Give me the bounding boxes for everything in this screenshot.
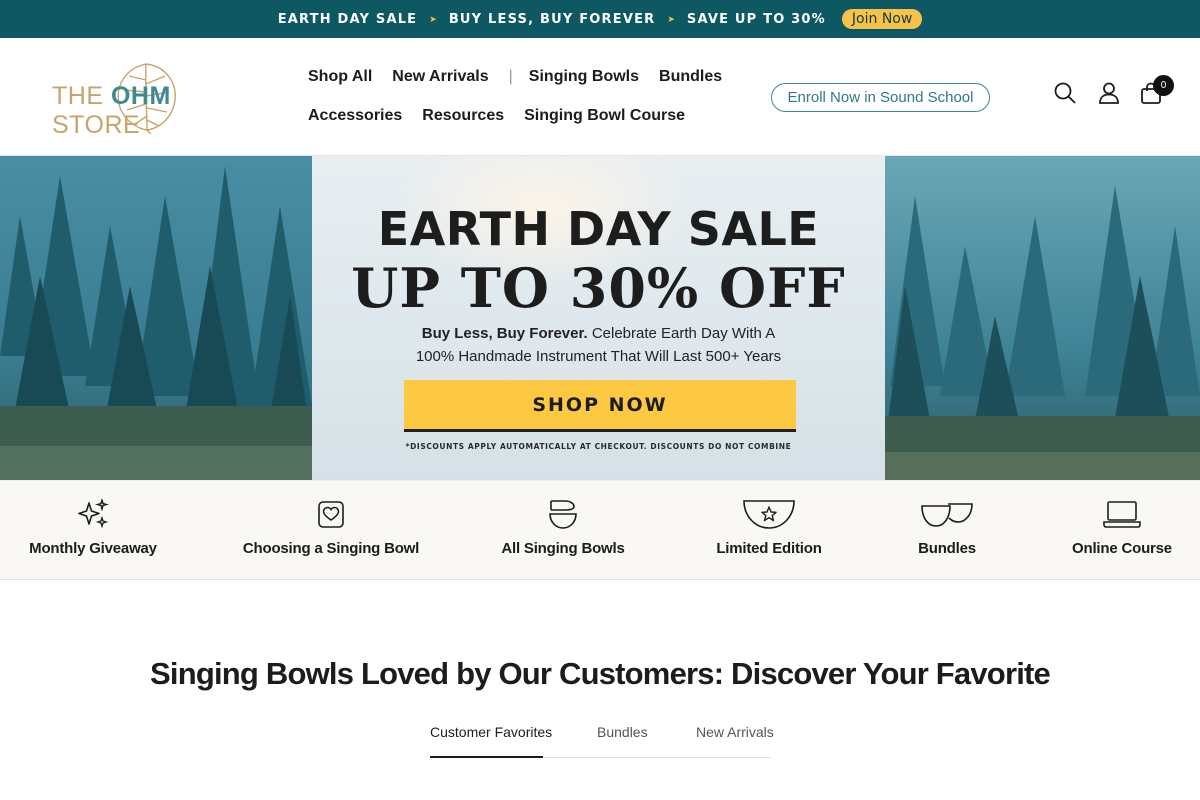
- search-icon[interactable]: [1054, 82, 1076, 104]
- enroll-sound-school-button[interactable]: Enroll Now in Sound School: [771, 83, 990, 112]
- nav-shop-all[interactable]: Shop All: [308, 68, 372, 86]
- nav-divider: |: [508, 68, 513, 85]
- category-label: Online Course: [1072, 540, 1172, 557]
- forest-image-left: [0, 156, 312, 480]
- main-nav-row-2: Accessories Resources Singing Bowl Cours…: [308, 107, 705, 125]
- laptop-icon: [1103, 500, 1141, 528]
- category-choosing-a-singing-bowl[interactable]: Choosing a Singing Bowl: [242, 481, 420, 581]
- sparkles-icon: [78, 498, 109, 528]
- logo-text-the: THE: [52, 82, 111, 110]
- hero-discount: UP TO 30% OFF: [351, 256, 846, 320]
- nav-accessories[interactable]: Accessories: [308, 107, 402, 125]
- hero-subtitle-bold: Buy Less, Buy Forever.: [421, 325, 588, 342]
- nav-singing-bowl-course[interactable]: Singing Bowl Course: [524, 107, 685, 125]
- nav-resources[interactable]: Resources: [422, 107, 504, 125]
- category-bundles[interactable]: Bundles: [897, 481, 997, 581]
- hero-subtitle-rest: Celebrate Earth Day With A: [587, 325, 776, 342]
- logo-wordmark: THE OHM STORE: [52, 82, 252, 140]
- category-all-singing-bowls[interactable]: All Singing Bowls: [498, 481, 628, 581]
- category-limited-edition[interactable]: Limited Edition: [709, 481, 829, 581]
- star-bowl-icon: [743, 499, 795, 529]
- hero-subtitle: Buy Less, Buy Forever. Celebrate Earth D…: [312, 322, 885, 368]
- bundle-bowls-icon: [921, 502, 973, 527]
- nav-singing-bowls[interactable]: Singing Bowls: [529, 68, 639, 86]
- hero-banner[interactable]: EARTH DAY SALE UP TO 30% OFF Buy Less, B…: [0, 156, 1200, 480]
- announcement-item-2: BUY LESS, BUY FOREVER: [448, 11, 656, 27]
- logo-text-store: STORE: [52, 111, 141, 139]
- category-label: All Singing Bowls: [501, 540, 625, 557]
- hero-disclaimer: *DISCOUNTS APPLY AUTOMATICALLY AT CHECKO…: [405, 442, 792, 451]
- hero-title: EARTH DAY SALE: [377, 202, 820, 256]
- category-monthly-giveaway[interactable]: Monthly Giveaway: [22, 481, 164, 581]
- tab-customer-favorites[interactable]: Customer Favorites: [430, 724, 552, 740]
- nav-new-arrivals[interactable]: New Arrivals: [392, 68, 488, 86]
- active-tab-underline: [430, 756, 543, 758]
- site-header: THE OHM STORE Shop All New Arrivals | Si…: [0, 38, 1200, 156]
- store-logo[interactable]: THE OHM STORE: [52, 60, 252, 139]
- forest-image-right: [885, 156, 1200, 480]
- category-label: Limited Edition: [716, 540, 822, 557]
- arrow-icon: ➤: [667, 13, 675, 24]
- announcement-item-3: SAVE UP TO 30%: [686, 11, 826, 27]
- section-title: Singing Bowls Loved by Our Customers: Di…: [150, 656, 1051, 691]
- product-tabs: Customer Favorites Bundles New Arrivals: [430, 720, 774, 758]
- main-nav-row-1: Shop All New Arrivals | Singing Bowls Bu…: [308, 68, 742, 86]
- arrow-icon: ➤: [429, 13, 437, 24]
- hero-promo-panel: EARTH DAY SALE UP TO 30% OFF Buy Less, B…: [312, 156, 885, 480]
- nav-bundles[interactable]: Bundles: [659, 68, 722, 86]
- category-label: Monthly Giveaway: [29, 540, 157, 557]
- category-online-course[interactable]: Online Course: [1066, 481, 1178, 581]
- tab-new-arrivals[interactable]: New Arrivals: [696, 724, 774, 740]
- announcement-bar: EARTH DAY SALE ➤ BUY LESS, BUY FOREVER ➤…: [0, 0, 1200, 38]
- join-now-button[interactable]: Join Now: [841, 9, 923, 29]
- announcement-item-1: EARTH DAY SALE: [277, 11, 418, 27]
- heart-box-icon: [318, 500, 344, 528]
- tab-bundles[interactable]: Bundles: [597, 724, 648, 740]
- category-strip: Monthly Giveaway Choosing a Singing Bowl…: [0, 480, 1200, 580]
- cart-count-badge: 0: [1153, 75, 1174, 96]
- logo-text-ohm: OHM: [110, 82, 171, 110]
- bowl-stack-icon: [549, 499, 577, 529]
- category-label: Bundles: [918, 540, 976, 557]
- hero-subtitle-line2: 100% Handmade Instrument That Will Last …: [415, 348, 782, 365]
- shop-now-button[interactable]: SHOP NOW: [404, 380, 796, 432]
- account-icon[interactable]: [1098, 82, 1120, 104]
- category-label: Choosing a Singing Bowl: [242, 540, 420, 557]
